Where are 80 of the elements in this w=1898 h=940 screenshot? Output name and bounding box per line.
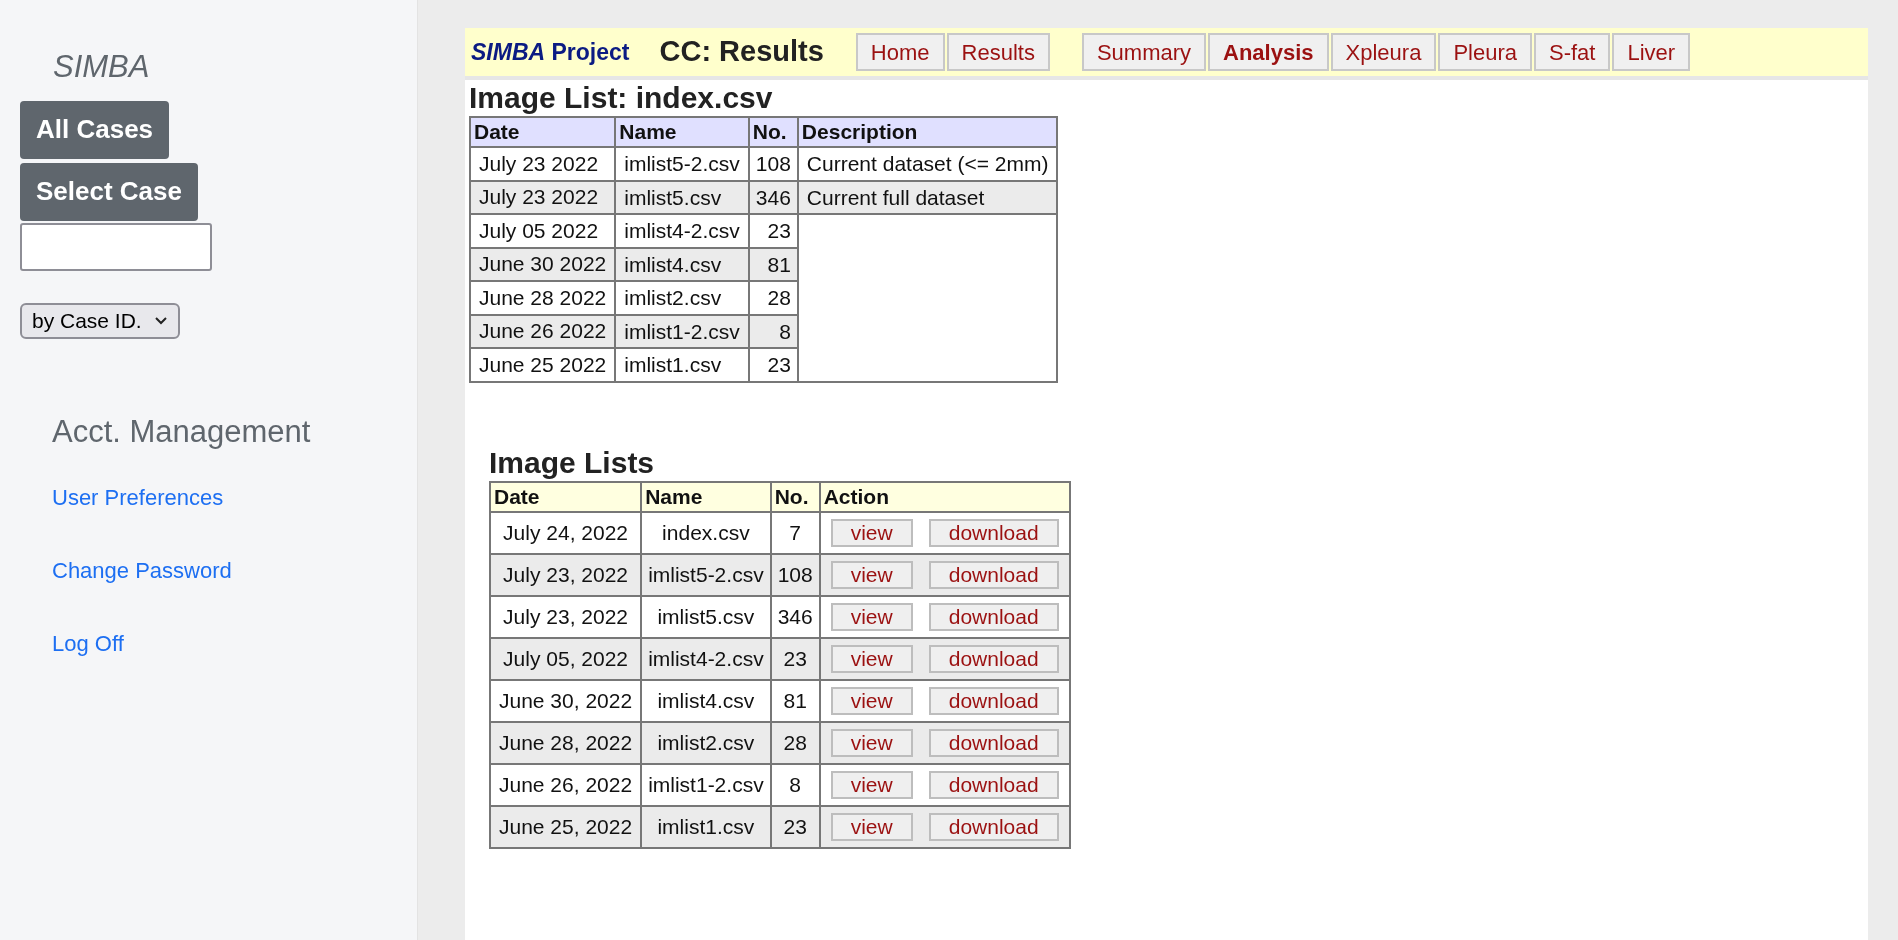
table-cell: 7 [770, 511, 820, 554]
table-cell: 346 [770, 595, 820, 638]
column-header: No. [770, 481, 820, 512]
column-header: Date [490, 481, 642, 512]
table-cell: imlist5-2.csv [641, 553, 771, 596]
column-header: Date [470, 117, 616, 147]
table-cell: 108 [770, 553, 820, 596]
section-heading: Image List: index.csv [469, 80, 774, 116]
table-cell: July 23 2022 [470, 147, 616, 181]
chevron-icon [153, 315, 168, 326]
table-cell: imlist5.csv [641, 595, 771, 638]
table-cell: imlist1.csv [615, 348, 749, 382]
action-button[interactable]: view [830, 602, 913, 631]
action-button[interactable]: download [928, 560, 1059, 589]
table-cell: June 25, 2022 [490, 805, 642, 848]
table-cell: index.csv [641, 511, 771, 554]
action-button[interactable]: view [830, 518, 913, 547]
action-button[interactable]: view [830, 686, 913, 715]
brand-title: SIMBA Project [471, 37, 630, 67]
nav-tab[interactable]: Results [946, 33, 1050, 71]
section-heading: Image Lists [489, 444, 656, 481]
nav-tab[interactable]: Pleura [1438, 33, 1532, 71]
table-cell: June 30, 2022 [490, 679, 642, 722]
sidebar-link[interactable]: Change Password [52, 554, 232, 587]
table-cell: June 28, 2022 [490, 721, 642, 764]
action-button[interactable]: download [928, 518, 1059, 547]
table-cell: imlist2.csv [615, 281, 749, 315]
table-cell: 23 [770, 637, 820, 680]
action-button[interactable]: view [830, 728, 913, 757]
column-header: Action [819, 481, 1070, 512]
column-header: Name [615, 117, 749, 147]
table-cell: 23 [770, 805, 820, 848]
table-cell: imlist4-2.csv [641, 637, 771, 680]
table-cell: imlist2.csv [641, 721, 771, 764]
page-title: CC: Results [659, 34, 824, 70]
table-cell: 23 [748, 214, 798, 248]
action-button[interactable]: view [830, 812, 913, 841]
sidebar-button[interactable]: All Cases [20, 100, 170, 159]
table-cell: 108 [748, 147, 798, 181]
column-header: Name [641, 481, 771, 512]
sidebar-link[interactable]: Log Off [52, 627, 124, 660]
table-cell: 28 [770, 721, 820, 764]
table-cell: July 23, 2022 [490, 595, 642, 638]
nav-tab[interactable]: Liver [1612, 33, 1691, 71]
action-button[interactable]: view [830, 644, 913, 673]
action-button[interactable]: download [928, 770, 1059, 799]
table-cell: imlist1.csv [641, 805, 771, 848]
table-cell: June 25 2022 [470, 348, 616, 382]
table-cell: July 24, 2022 [490, 511, 642, 554]
search-field[interactable] [20, 222, 212, 271]
table-cell: July 05 2022 [470, 214, 616, 248]
nav-tab[interactable]: Xpleura [1330, 33, 1437, 71]
nav-tab[interactable]: Home [855, 33, 945, 71]
table-cell: imlist4.csv [641, 679, 771, 722]
sort-dropdown[interactable]: by Case ID. [20, 302, 180, 339]
action-button[interactable]: download [928, 812, 1059, 841]
table-cell: July 05, 2022 [490, 637, 642, 680]
sidebar-title: SIMBA [53, 48, 150, 86]
sidebar-link[interactable]: User Preferences [52, 481, 224, 514]
nav-tab[interactable]: Analysis [1208, 33, 1329, 71]
action-button[interactable]: download [928, 602, 1059, 631]
table-cell: June 28 2022 [470, 281, 616, 315]
table-cell: July 23, 2022 [490, 553, 642, 596]
nav-tab[interactable]: Summary [1081, 33, 1207, 71]
table-cell: imlist1-2.csv [641, 763, 771, 806]
action-button[interactable]: view [830, 770, 913, 799]
column-header: Description [797, 117, 1058, 147]
table-cell: June 26, 2022 [490, 763, 642, 806]
action-button[interactable]: download [928, 728, 1059, 757]
action-button[interactable]: download [928, 686, 1059, 715]
table-cell: 8 [770, 763, 820, 806]
table-cell: 81 [770, 679, 820, 722]
sidebar-button[interactable]: Select Case [20, 162, 198, 221]
action-button[interactable]: download [928, 644, 1059, 673]
nav-tab[interactable]: S-fat [1533, 33, 1611, 71]
table-cell: Current dataset (<= 2mm) [797, 147, 1058, 181]
section-heading: Acct. Management [52, 412, 311, 451]
action-button[interactable]: view [830, 560, 913, 589]
table-cell: imlist4-2.csv [615, 214, 749, 248]
table-cell: imlist5-2.csv [615, 147, 749, 181]
